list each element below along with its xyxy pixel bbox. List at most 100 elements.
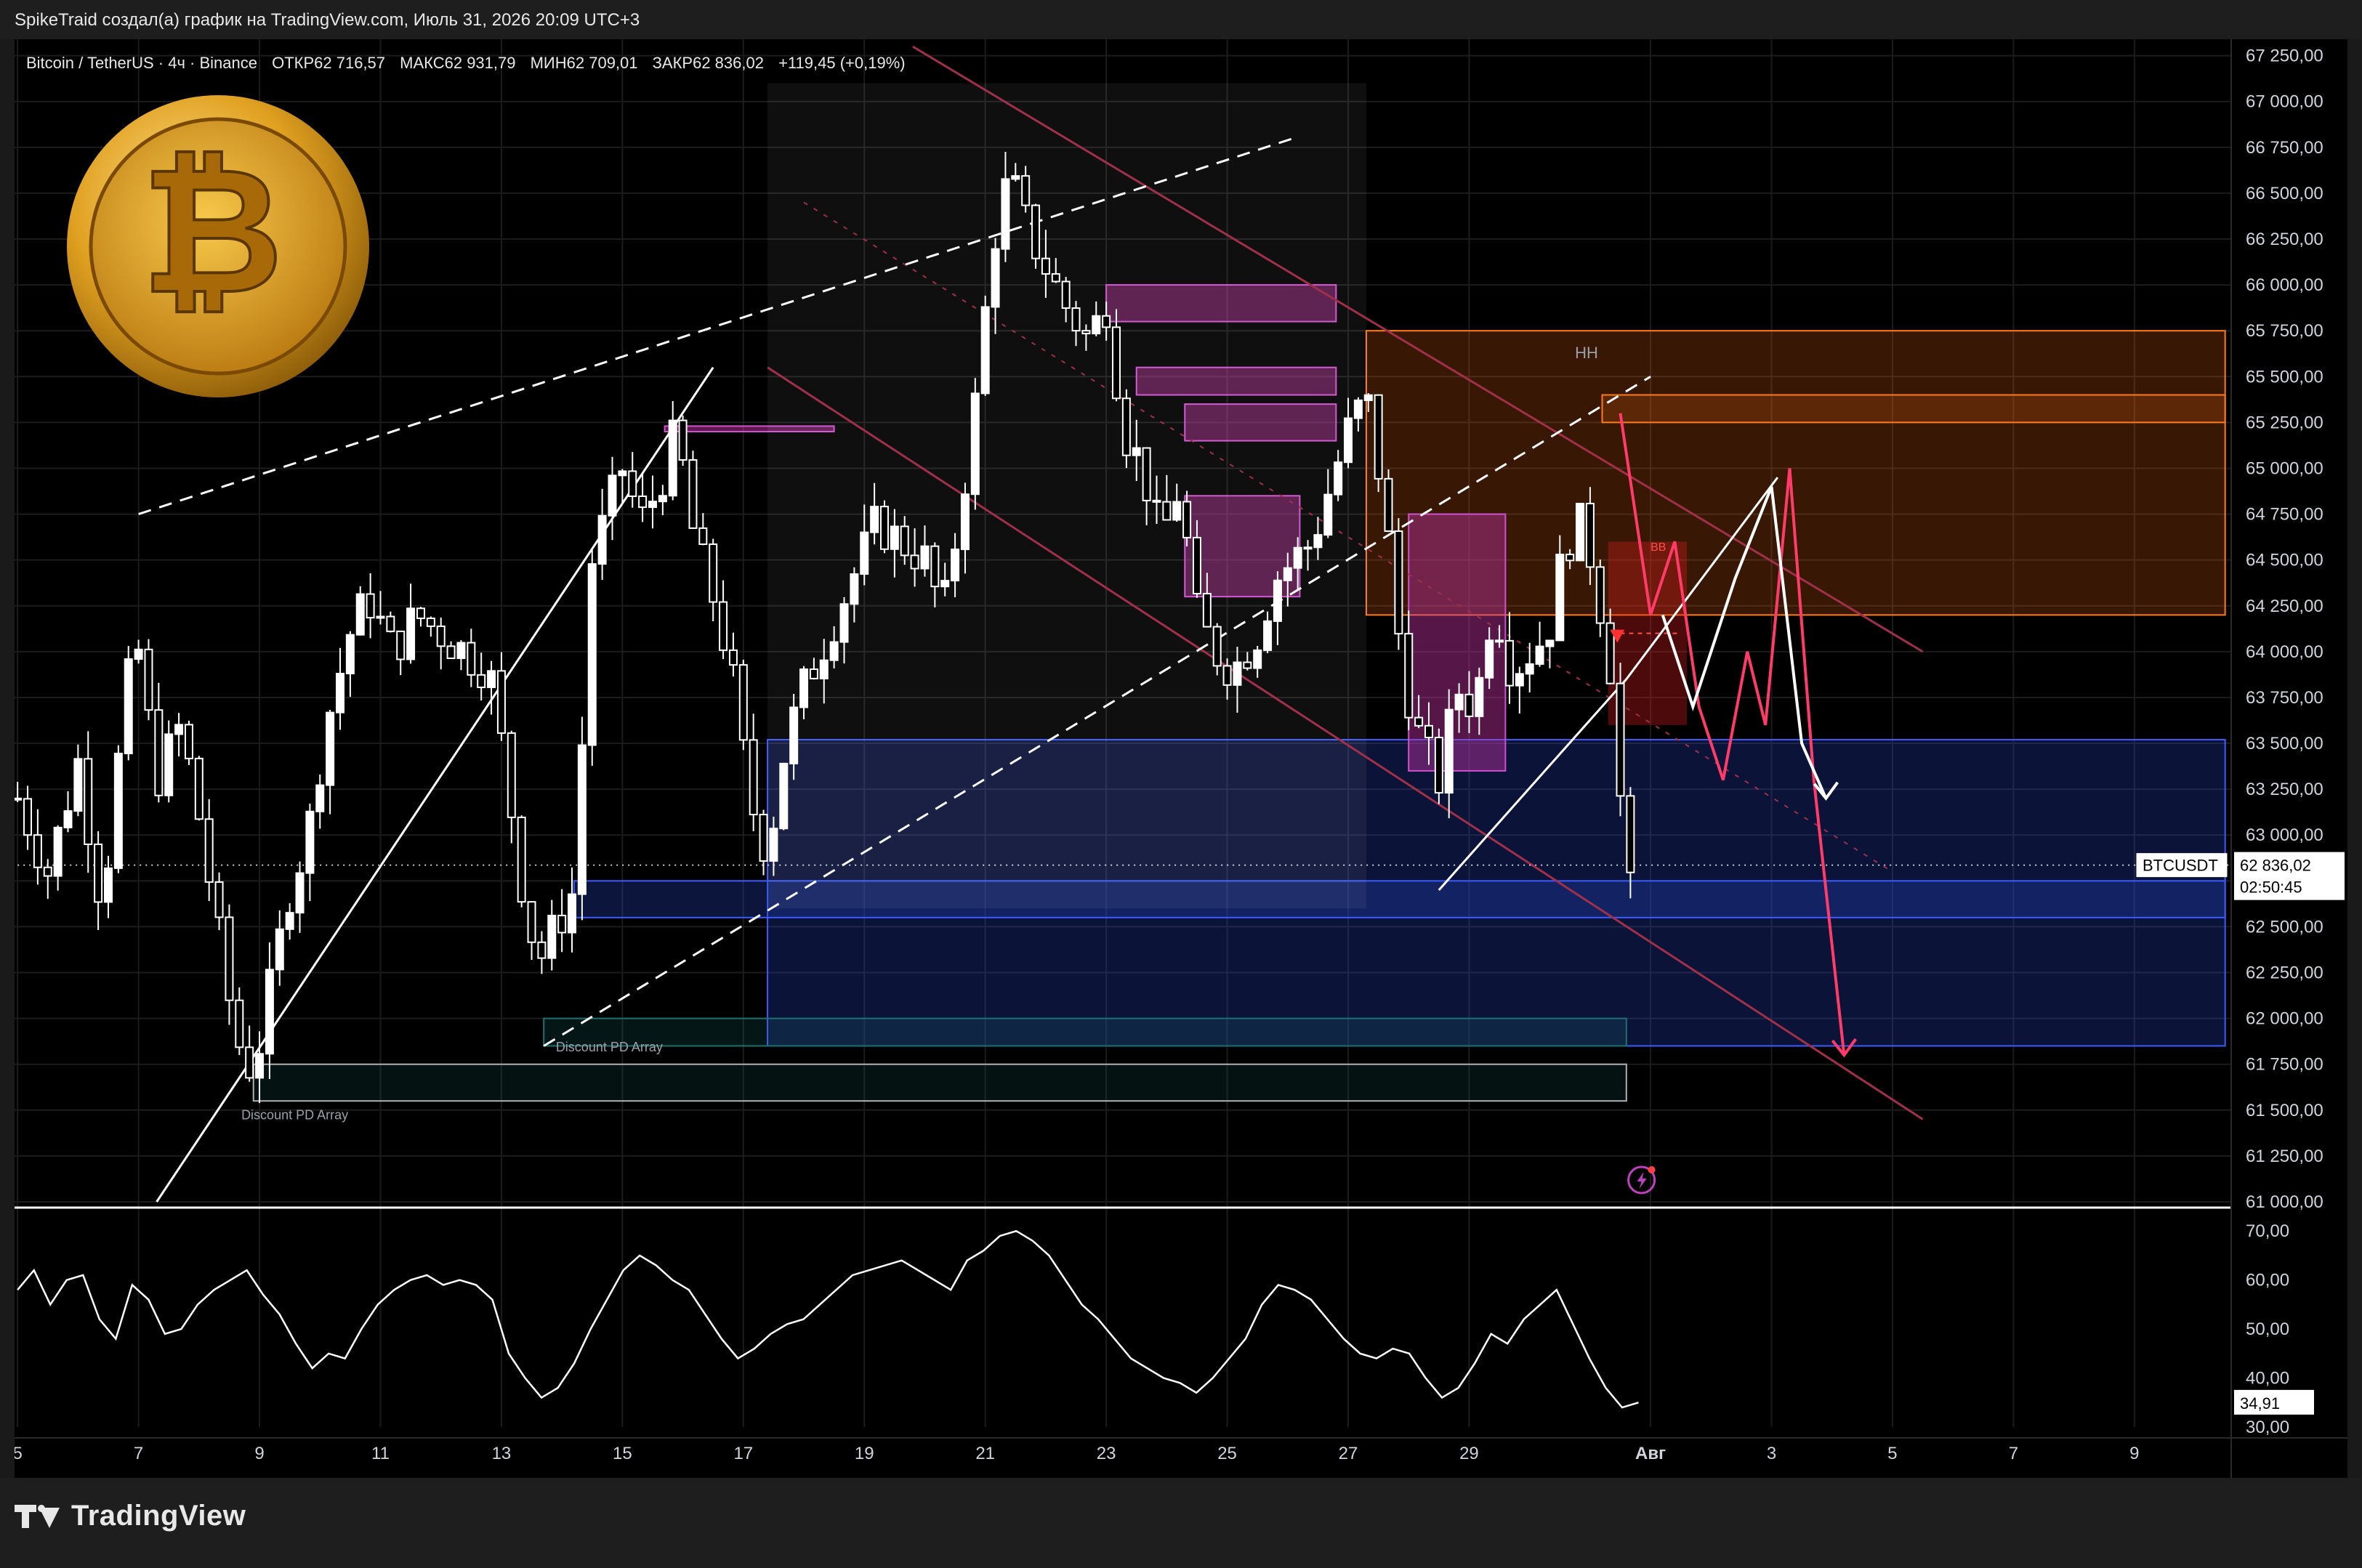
candle-body <box>1353 399 1363 419</box>
time-axis-label: 25 <box>1217 1444 1237 1463</box>
candle-body <box>1424 724 1433 738</box>
price-tag-symbol: BTCUSDT <box>2143 857 2218 875</box>
candle-body <box>255 1053 265 1079</box>
rsi-tag: 34,91 <box>2234 1389 2314 1415</box>
candle-body <box>698 527 708 545</box>
candle-body <box>1626 795 1635 873</box>
candle-body <box>688 458 698 529</box>
candle-body <box>870 506 879 533</box>
candle-body <box>587 563 597 746</box>
candle-body <box>1303 546 1313 550</box>
candle-body <box>960 493 970 551</box>
svg-text:Bitcoin / TetherUS · 4ч · Bina: Bitcoin / TetherUS · 4ч · Binance ОТКР62… <box>26 54 906 72</box>
zone-teal <box>543 1017 1627 1047</box>
price-tag-value: 62 836,02 <box>2240 857 2311 875</box>
candle-body <box>366 593 375 619</box>
price-axis-label: 62 500,00 <box>2246 917 2323 937</box>
candle-body <box>1212 626 1222 667</box>
rsi-line <box>17 1229 1639 1409</box>
candle-body <box>345 634 355 675</box>
rsi-axis-label: 50,00 <box>2246 1320 2289 1339</box>
time-axis-label: 19 <box>855 1444 874 1463</box>
candle-body <box>1263 620 1273 651</box>
rsi-panel <box>15 1206 2231 1409</box>
candle-body <box>164 733 174 796</box>
candle-body <box>507 732 516 818</box>
candle-body <box>73 758 83 812</box>
time-axis-label: 15 <box>613 1444 632 1463</box>
candle-body <box>1071 307 1081 332</box>
zone-teal-dark <box>252 1063 1627 1102</box>
candle-body <box>1202 592 1212 628</box>
price-axis-label: 61 750,00 <box>2246 1055 2323 1075</box>
price-axis-label: 63 250,00 <box>2246 780 2323 799</box>
candle-body <box>879 506 889 550</box>
discount-label-1: Discount PD Array <box>556 1040 663 1054</box>
candle-body <box>63 810 73 828</box>
candle-body <box>456 642 466 659</box>
rsi-axis-label: 30,00 <box>2246 1418 2289 1437</box>
candle-body <box>1595 566 1605 624</box>
candle-body <box>1293 546 1302 569</box>
hh-label: HH <box>1575 344 1598 362</box>
candle-body <box>1414 716 1424 727</box>
candle-body <box>568 893 577 934</box>
legend-symbol: Bitcoin / TetherUS · 4ч · Binance <box>26 54 257 72</box>
candle-body <box>1374 394 1383 480</box>
candle-body <box>275 928 284 971</box>
candle-body <box>1334 461 1343 496</box>
candle-body <box>930 545 940 588</box>
candle-body <box>517 816 526 903</box>
discount-label-2: Discount PD Array <box>241 1107 348 1122</box>
candle-body <box>326 711 335 786</box>
candle-body <box>1515 673 1524 687</box>
time-axis-label: 21 <box>975 1444 995 1463</box>
candle-body <box>658 495 667 503</box>
rsi-value: 34,91 <box>2240 1394 2280 1413</box>
legend-close: ЗАКР62 836,02 <box>653 54 764 72</box>
price-chart-svg[interactable]: 67 250,00 67 000,00 66 750,00 66 500,00 66 2… <box>15 39 2347 1478</box>
candle-body <box>951 549 960 582</box>
candle-body <box>1142 447 1151 501</box>
candle-body <box>406 607 416 660</box>
candle-body <box>1434 736 1443 794</box>
candle-body <box>336 673 345 714</box>
candle-body <box>1041 257 1050 275</box>
rsi-axis-label: 60,00 <box>2246 1271 2289 1290</box>
candle-body <box>1323 493 1333 536</box>
candle-body <box>940 580 950 588</box>
tradingview-logo[interactable]: TradingView <box>15 1500 246 1532</box>
candle-body <box>1475 676 1484 717</box>
candle-body <box>1021 175 1031 206</box>
attribution-text: SpikeTraid создал(а) график на TradingVi… <box>15 10 640 30</box>
candle-body <box>467 642 476 676</box>
candle-body <box>970 392 980 496</box>
candle-body <box>1233 661 1242 686</box>
candle-body <box>860 531 869 575</box>
time-axis-label: 3 <box>1767 1444 1776 1463</box>
zone-grey-shade <box>767 83 1366 909</box>
attribution-bar: SpikeTraid создал(а) график на TradingVi… <box>0 0 2362 39</box>
chart-area[interactable]: 67 250,00 67 000,00 66 750,00 66 500,00 66 2… <box>15 39 2347 1478</box>
candle-body <box>1485 639 1494 679</box>
price-axis-label: 65 500,00 <box>2246 367 2323 387</box>
candle-body <box>436 625 446 647</box>
time-axis-label: 5 <box>15 1444 23 1463</box>
candle-body <box>749 739 758 816</box>
candle-body <box>1344 417 1353 464</box>
candle-body <box>1585 503 1595 568</box>
tradingview-mark-icon <box>15 1502 61 1531</box>
candle-body <box>1616 682 1625 797</box>
legend-low: МИН62 709,01 <box>531 54 638 72</box>
candle-body <box>1384 477 1393 533</box>
candle-body <box>1565 554 1575 562</box>
rsi-axis-label: 70,00 <box>2246 1221 2289 1241</box>
time-axis-label: 7 <box>134 1444 143 1463</box>
candle-body <box>1192 536 1201 594</box>
bb-label: BB <box>1650 541 1666 554</box>
candle-body <box>1283 567 1292 581</box>
tradingview-brand: TradingView <box>71 1500 246 1532</box>
candle-body <box>779 762 789 830</box>
candle-body <box>225 916 234 1001</box>
svg-text:₿: ₿ <box>141 129 283 333</box>
